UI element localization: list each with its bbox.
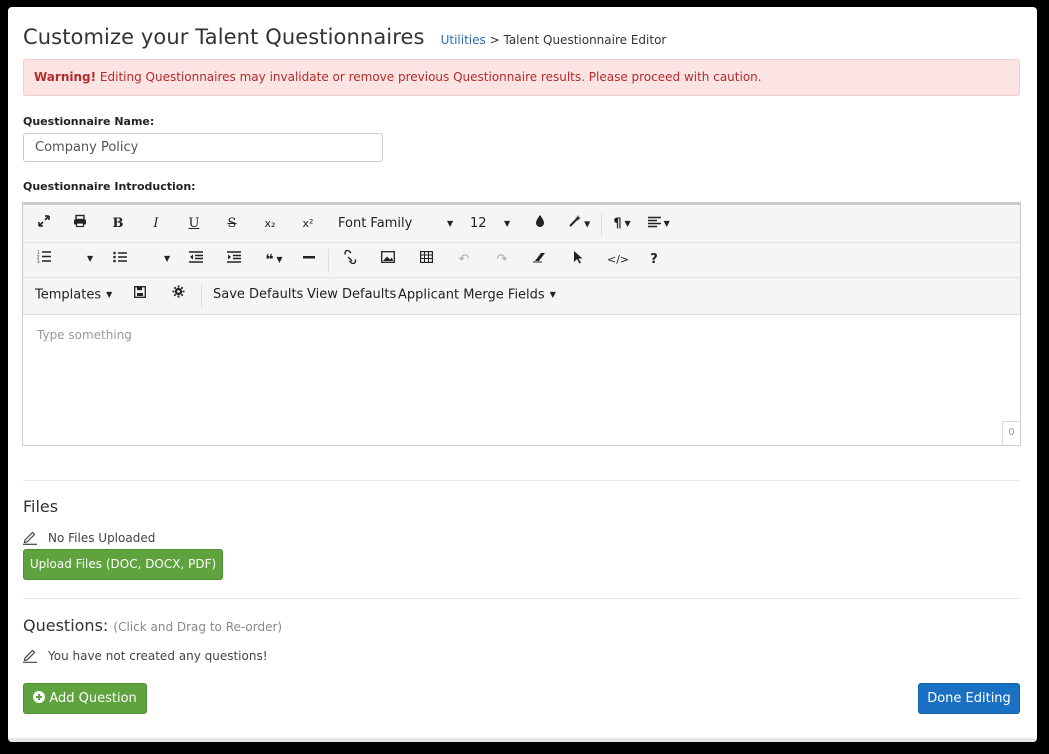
toolbar-row-3: Templates ▼ Save Defaults View Defaults … [23,277,1020,312]
breadcrumb-utilities-link[interactable]: Utilities [441,33,486,47]
font-family-label: Font Family [338,216,413,231]
questionnaire-editor-panel: Customize your Talent Questionnaires Uti… [8,7,1037,742]
bold-button[interactable]: B [109,214,127,234]
breadcrumb-current: Talent Questionnaire Editor [503,33,667,47]
editor-content-area[interactable]: Type something [23,316,1020,445]
toolbar-row-2: 123 ▼ ▼ ❝ ▼ ↶ ↷ </> ? [23,242,1020,276]
editor-toolbar: B I U S x₂ x² Font Family ▼ 12 ▼ ▼ ¶ ▼ ▼… [23,205,1020,315]
code-view-icon[interactable]: </> [607,250,629,270]
align-icon[interactable]: ▼ [645,214,673,234]
help-button[interactable]: ? [645,250,663,270]
italic-button[interactable]: I [147,214,165,234]
add-question-label: Add Question [49,691,137,706]
questions-empty-text: You have not created any questions! [48,648,268,663]
questions-title: Questions: [23,616,109,635]
header: Customize your Talent Questionnaires Uti… [23,25,666,49]
plus-circle-icon [33,691,46,703]
questions-empty-row: You have not created any questions! [23,648,268,663]
toolbar-divider [601,213,602,237]
image-icon[interactable] [379,250,397,270]
font-family-dropdown[interactable]: Font Family [338,214,412,234]
ordered-list-icon[interactable]: 123 [35,250,53,270]
print-icon[interactable] [71,214,89,234]
quote-icon[interactable]: ❝ ▼ [261,250,287,270]
horizontal-rule-icon[interactable] [300,250,318,270]
redo-icon[interactable]: ↷ [493,250,511,270]
templates-label: Templates [35,287,102,303]
questionnaire-name-input[interactable]: Company Policy [23,133,383,162]
templates-dropdown[interactable]: Templates ▼ [35,285,112,306]
merge-fields-label: Applicant Merge Fields [398,287,545,303]
magic-wand-icon[interactable]: ▼ [565,214,593,234]
font-size-dropdown[interactable]: 12 [470,214,487,234]
merge-fields-dropdown[interactable]: Applicant Merge Fields ▼ [398,285,556,306]
font-size-label: 12 [470,216,487,231]
outdent-icon[interactable] [187,250,205,270]
toolbar-divider [201,284,202,308]
fullscreen-icon[interactable] [35,214,53,234]
pencil-icon [23,531,37,545]
breadcrumb: Utilities > Talent Questionnaire Editor [441,33,667,47]
files-empty-row: No Files Uploaded [23,530,155,545]
save-defaults-button[interactable]: Save Defaults [213,285,303,305]
files-title: Files [23,497,59,516]
done-editing-button[interactable]: Done Editing [918,683,1020,714]
panel-footer-border [8,738,1037,742]
paragraph-icon[interactable]: ¶ ▼ [609,214,635,234]
font-size-caret-icon[interactable]: ▼ [504,214,510,235]
pointer-icon[interactable] [569,250,587,270]
undo-icon[interactable]: ↶ [455,250,473,270]
eraser-icon[interactable] [531,250,549,270]
link-icon[interactable] [341,249,359,270]
strikethrough-button[interactable]: S [223,214,241,234]
font-family-caret-icon[interactable]: ▼ [447,214,453,235]
page-title: Customize your Talent Questionnaires [23,25,425,49]
warning-alert: Warning! Editing Questionnaires may inva… [23,59,1020,96]
done-editing-label: Done Editing [927,691,1011,706]
underline-button[interactable]: U [185,214,203,234]
section-divider [23,480,1020,481]
warning-text: Editing Questionnaires may invalidate or… [99,70,762,84]
toolbar-divider [328,249,329,273]
pencil-icon [23,649,37,663]
text-color-icon[interactable] [531,214,549,234]
questionnaire-intro-label: Questionnaire Introduction: [23,180,196,193]
character-counter: 0 [1002,421,1020,445]
questionnaire-name-label: Questionnaire Name: [23,115,155,128]
ordered-list-caret-icon[interactable]: ▼ [87,249,93,270]
questions-hint: (Click and Drag to Re-order) [113,620,283,634]
questions-title-row: Questions: (Click and Drag to Re-order) [23,616,282,635]
indent-icon[interactable] [225,250,243,270]
superscript-button[interactable]: x² [299,214,317,234]
section-divider [23,598,1020,599]
view-defaults-button[interactable]: View Defaults [307,285,396,305]
rich-text-editor: B I U S x₂ x² Font Family ▼ 12 ▼ ▼ ¶ ▼ ▼… [22,202,1021,446]
table-icon[interactable] [417,250,435,270]
svg-text:3: 3 [37,259,40,263]
upload-files-button[interactable]: Upload Files (DOC, DOCX, PDF) [23,549,223,580]
upload-files-label: Upload Files (DOC, DOCX, PDF) [29,557,217,571]
files-empty-text: No Files Uploaded [48,530,156,545]
subscript-button[interactable]: x₂ [261,214,279,234]
settings-gear-icon[interactable] [169,285,187,305]
unordered-list-caret-icon[interactable]: ▼ [164,249,170,270]
save-template-icon[interactable] [131,285,149,305]
warning-strong: Warning! [34,70,97,84]
add-question-button[interactable]: Add Question [23,683,147,714]
toolbar-row-1: B I U S x₂ x² Font Family ▼ 12 ▼ ▼ ¶ ▼ ▼ [23,207,1020,241]
breadcrumb-separator: > [489,33,500,47]
unordered-list-icon[interactable] [111,250,129,270]
